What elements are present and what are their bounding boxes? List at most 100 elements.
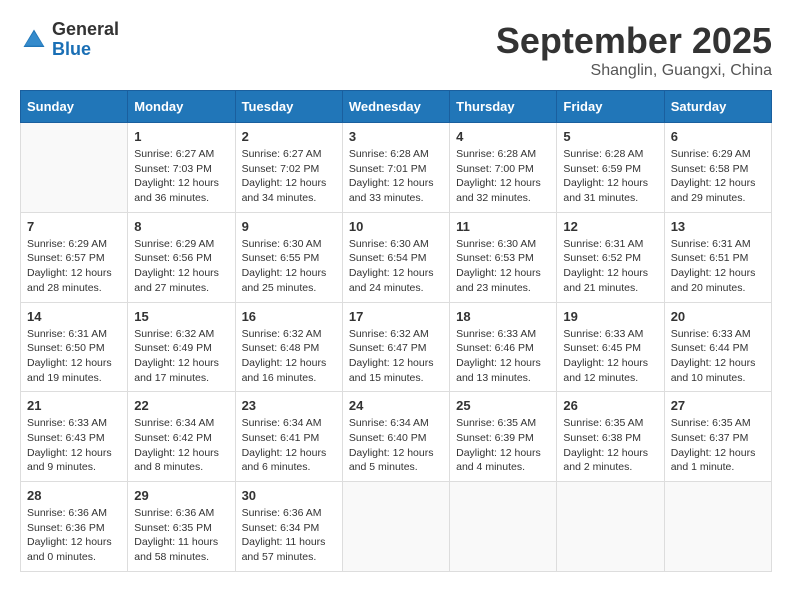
- cell-content: Sunrise: 6:36 AM Sunset: 6:34 PM Dayligh…: [242, 506, 336, 565]
- calendar-cell: [342, 482, 449, 572]
- calendar-cell: 16 Sunrise: 6:32 AM Sunset: 6:48 PM Dayli…: [235, 302, 342, 392]
- header-monday: Monday: [128, 91, 235, 123]
- cell-content: Sunrise: 6:34 AM Sunset: 6:41 PM Dayligh…: [242, 416, 336, 475]
- logo-icon: [20, 26, 48, 54]
- calendar-cell: 7 Sunrise: 6:29 AM Sunset: 6:57 PM Daylig…: [21, 212, 128, 302]
- cell-content: Sunrise: 6:35 AM Sunset: 6:38 PM Dayligh…: [563, 416, 657, 475]
- calendar-cell: 13 Sunrise: 6:31 AM Sunset: 6:51 PM Dayli…: [664, 212, 771, 302]
- calendar-week-2: 7 Sunrise: 6:29 AM Sunset: 6:57 PM Daylig…: [21, 212, 772, 302]
- cell-content: Sunrise: 6:36 AM Sunset: 6:36 PM Dayligh…: [27, 506, 121, 565]
- month-title: September 2025: [496, 20, 772, 62]
- cell-content: Sunrise: 6:31 AM Sunset: 6:52 PM Dayligh…: [563, 237, 657, 296]
- day-number: 8: [134, 219, 228, 234]
- day-number: 4: [456, 129, 550, 144]
- day-number: 20: [671, 309, 765, 324]
- day-number: 24: [349, 398, 443, 413]
- logo-general: General: [52, 20, 119, 40]
- cell-content: Sunrise: 6:34 AM Sunset: 6:40 PM Dayligh…: [349, 416, 443, 475]
- cell-content: Sunrise: 6:28 AM Sunset: 7:00 PM Dayligh…: [456, 147, 550, 206]
- day-number: 21: [27, 398, 121, 413]
- calendar-week-4: 21 Sunrise: 6:33 AM Sunset: 6:43 PM Dayli…: [21, 392, 772, 482]
- cell-content: Sunrise: 6:28 AM Sunset: 7:01 PM Dayligh…: [349, 147, 443, 206]
- calendar-cell: 11Sunrise: 6:30 AM Sunset: 6:53 PM Dayli…: [450, 212, 557, 302]
- day-number: 26: [563, 398, 657, 413]
- header-friday: Friday: [557, 91, 664, 123]
- calendar-cell: 29Sunrise: 6:36 AM Sunset: 6:35 PM Dayli…: [128, 482, 235, 572]
- day-number: 17: [349, 309, 443, 324]
- header-saturday: Saturday: [664, 91, 771, 123]
- day-number: 13: [671, 219, 765, 234]
- logo-text: General Blue: [52, 20, 119, 60]
- header-sunday: Sunday: [21, 91, 128, 123]
- day-number: 1: [134, 129, 228, 144]
- calendar-cell: 9 Sunrise: 6:30 AM Sunset: 6:55 PM Daylig…: [235, 212, 342, 302]
- calendar-cell: [664, 482, 771, 572]
- header-wednesday: Wednesday: [342, 91, 449, 123]
- day-number: 19: [563, 309, 657, 324]
- calendar-cell: 12 Sunrise: 6:31 AM Sunset: 6:52 PM Dayli…: [557, 212, 664, 302]
- cell-content: Sunrise: 6:32 AM Sunset: 6:48 PM Dayligh…: [242, 327, 336, 386]
- day-number: 28: [27, 488, 121, 503]
- logo-blue: Blue: [52, 40, 119, 60]
- calendar-cell: 3 Sunrise: 6:28 AM Sunset: 7:01 PM Daylig…: [342, 123, 449, 213]
- day-number: 25: [456, 398, 550, 413]
- calendar-cell: 25Sunrise: 6:35 AM Sunset: 6:39 PM Dayli…: [450, 392, 557, 482]
- cell-content: Sunrise: 6:30 AM Sunset: 6:55 PM Dayligh…: [242, 237, 336, 296]
- day-number: 7: [27, 219, 121, 234]
- calendar-cell: 1 Sunrise: 6:27 AM Sunset: 7:03 PM Daylig…: [128, 123, 235, 213]
- cell-content: Sunrise: 6:28 AM Sunset: 6:59 PM Dayligh…: [563, 147, 657, 206]
- day-number: 5: [563, 129, 657, 144]
- day-number: 12: [563, 219, 657, 234]
- day-number: 16: [242, 309, 336, 324]
- cell-content: Sunrise: 6:35 AM Sunset: 6:37 PM Dayligh…: [671, 416, 765, 475]
- calendar-cell: 20 Sunrise: 6:33 AM Sunset: 6:44 PM Dayli…: [664, 302, 771, 392]
- calendar-cell: 8 Sunrise: 6:29 AM Sunset: 6:56 PM Daylig…: [128, 212, 235, 302]
- day-number: 27: [671, 398, 765, 413]
- day-number: 15: [134, 309, 228, 324]
- cell-content: Sunrise: 6:30 AM Sunset: 6:54 PM Dayligh…: [349, 237, 443, 296]
- calendar-cell: 22Sunrise: 6:34 AM Sunset: 6:42 PM Dayli…: [128, 392, 235, 482]
- cell-content: Sunrise: 6:29 AM Sunset: 6:56 PM Dayligh…: [134, 237, 228, 296]
- calendar-cell: 30 Sunrise: 6:36 AM Sunset: 6:34 PM Dayli…: [235, 482, 342, 572]
- calendar-cell: 24 Sunrise: 6:34 AM Sunset: 6:40 PM Dayli…: [342, 392, 449, 482]
- calendar-header-row: SundayMondayTuesdayWednesdayThursdayFrid…: [21, 91, 772, 123]
- calendar-cell: 15 Sunrise: 6:32 AM Sunset: 6:49 PM Dayli…: [128, 302, 235, 392]
- calendar-cell: 18Sunrise: 6:33 AM Sunset: 6:46 PM Dayli…: [450, 302, 557, 392]
- cell-content: Sunrise: 6:29 AM Sunset: 6:58 PM Dayligh…: [671, 147, 765, 206]
- cell-content: Sunrise: 6:31 AM Sunset: 6:51 PM Dayligh…: [671, 237, 765, 296]
- header-tuesday: Tuesday: [235, 91, 342, 123]
- cell-content: Sunrise: 6:33 AM Sunset: 6:45 PM Dayligh…: [563, 327, 657, 386]
- cell-content: Sunrise: 6:29 AM Sunset: 6:57 PM Dayligh…: [27, 237, 121, 296]
- calendar-week-5: 28 Sunrise: 6:36 AM Sunset: 6:36 PM Dayli…: [21, 482, 772, 572]
- logo: General Blue: [20, 20, 119, 60]
- day-number: 18: [456, 309, 550, 324]
- cell-content: Sunrise: 6:27 AM Sunset: 7:02 PM Dayligh…: [242, 147, 336, 206]
- cell-content: Sunrise: 6:32 AM Sunset: 6:47 PM Dayligh…: [349, 327, 443, 386]
- calendar-cell: 21 Sunrise: 6:33 AM Sunset: 6:43 PM Dayli…: [21, 392, 128, 482]
- cell-content: Sunrise: 6:33 AM Sunset: 6:44 PM Dayligh…: [671, 327, 765, 386]
- day-number: 29: [134, 488, 228, 503]
- day-number: 30: [242, 488, 336, 503]
- location-title: Shanglin, Guangxi, China: [496, 62, 772, 80]
- cell-content: Sunrise: 6:33 AM Sunset: 6:43 PM Dayligh…: [27, 416, 121, 475]
- day-number: 23: [242, 398, 336, 413]
- cell-content: Sunrise: 6:32 AM Sunset: 6:49 PM Dayligh…: [134, 327, 228, 386]
- calendar-cell: [450, 482, 557, 572]
- day-number: 14: [27, 309, 121, 324]
- calendar-cell: 14 Sunrise: 6:31 AM Sunset: 6:50 PM Dayli…: [21, 302, 128, 392]
- page-header: General Blue September 2025 Shanglin, Gu…: [20, 20, 772, 80]
- day-number: 3: [349, 129, 443, 144]
- calendar-cell: 2Sunrise: 6:27 AM Sunset: 7:02 PM Daylig…: [235, 123, 342, 213]
- cell-content: Sunrise: 6:31 AM Sunset: 6:50 PM Dayligh…: [27, 327, 121, 386]
- day-number: 9: [242, 219, 336, 234]
- calendar-cell: 23 Sunrise: 6:34 AM Sunset: 6:41 PM Dayli…: [235, 392, 342, 482]
- day-number: 22: [134, 398, 228, 413]
- header-thursday: Thursday: [450, 91, 557, 123]
- day-number: 11: [456, 219, 550, 234]
- calendar-cell: 19 Sunrise: 6:33 AM Sunset: 6:45 PM Dayli…: [557, 302, 664, 392]
- calendar-cell: [21, 123, 128, 213]
- title-block: September 2025 Shanglin, Guangxi, China: [496, 20, 772, 80]
- cell-content: Sunrise: 6:27 AM Sunset: 7:03 PM Dayligh…: [134, 147, 228, 206]
- calendar-week-3: 14 Sunrise: 6:31 AM Sunset: 6:50 PM Dayli…: [21, 302, 772, 392]
- day-number: 6: [671, 129, 765, 144]
